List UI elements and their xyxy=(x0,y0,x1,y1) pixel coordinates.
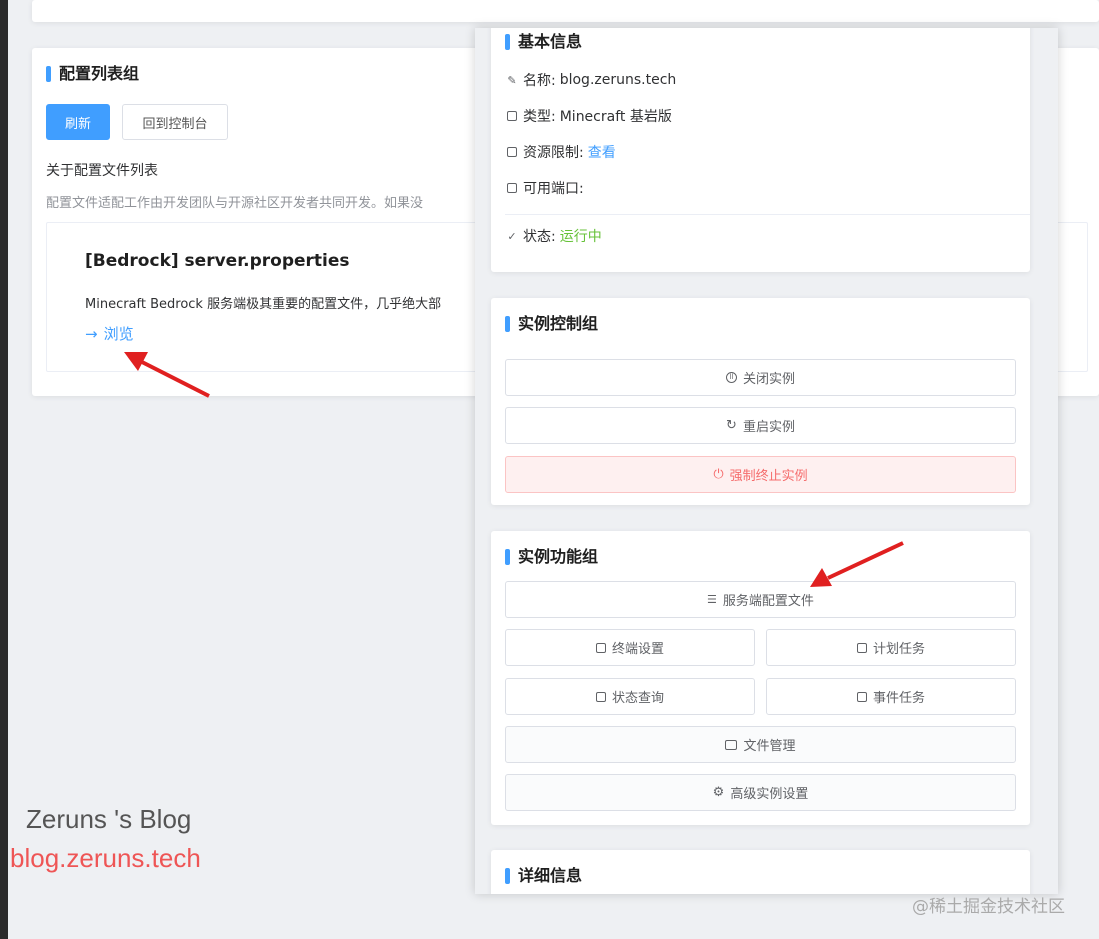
about-config-heading: 关于配置文件列表 xyxy=(46,163,158,179)
blog-url-watermark: blog.zeruns.tech xyxy=(10,843,201,873)
resource-limit-row: 资源限制: 查看 xyxy=(505,142,616,162)
document-icon xyxy=(505,109,519,123)
calendar-icon xyxy=(856,642,867,653)
site-watermark: @稀土掘金技术社区 xyxy=(912,897,1065,917)
power-icon: ⏻ xyxy=(713,467,724,482)
config-list-title: 配置列表组 xyxy=(46,64,139,84)
blog-name-watermark: Zeruns 's Blog xyxy=(26,804,192,834)
browse-label: 浏览 xyxy=(103,325,134,343)
status-row: ✓ 状态: 运行中 xyxy=(505,226,602,246)
advanced-label: 高级实例设置 xyxy=(730,787,809,802)
top-card xyxy=(32,0,1099,22)
refresh-icon: ↻ xyxy=(726,418,737,433)
config-file-desc: Minecraft Bedrock 服务端极其重要的配置文件，几乎绝大部 xyxy=(85,297,442,312)
instance-name-row: ✎ 名称: blog.zeruns.tech xyxy=(505,70,676,90)
back-to-console-button[interactable]: 回到控制台 xyxy=(122,104,228,140)
status-value: 运行中 xyxy=(559,229,602,245)
kill-label: 强制终止实例 xyxy=(729,469,808,484)
pause-icon: ll xyxy=(725,372,737,383)
server-config-label: 服务端配置文件 xyxy=(722,594,814,609)
monitor-icon xyxy=(595,642,606,653)
advanced-settings-button[interactable]: ⚙ 高级实例设置 xyxy=(505,774,1016,811)
browse-link[interactable]: → 浏览 xyxy=(85,323,134,344)
terminal-label: 终端设置 xyxy=(611,642,664,657)
function-group-card: 实例功能组 ☰ 服务端配置文件 终端设置 计划任务 状态查询 事件任务 文件管理… xyxy=(491,531,1030,825)
ports-label: 可用端口: xyxy=(523,181,584,197)
file-manager-button[interactable]: 文件管理 xyxy=(505,726,1016,763)
name-label: 名称: xyxy=(523,73,556,89)
port-icon xyxy=(505,181,519,195)
status-query-label: 状态查询 xyxy=(611,691,664,706)
basic-info-title: 基本信息 xyxy=(505,32,582,52)
about-config-desc: 配置文件适配工作由开发团队与开源社区开发者共同开发。如果没 xyxy=(46,196,424,211)
control-group-title: 实例控制组 xyxy=(505,314,598,334)
left-edge-strip xyxy=(0,0,8,939)
config-file-title: [Bedrock] server.properties xyxy=(85,251,350,271)
status-label: 状态: xyxy=(523,229,556,245)
list-icon xyxy=(856,691,867,702)
kill-instance-button[interactable]: ⏻ 强制终止实例 xyxy=(505,456,1016,493)
basic-info-card: 基本信息 ✎ 名称: blog.zeruns.tech 类型: Minecraf… xyxy=(491,28,1030,272)
schedule-label: 计划任务 xyxy=(872,642,925,657)
type-label: 类型: xyxy=(523,109,556,125)
name-value: blog.zeruns.tech xyxy=(559,72,677,88)
detail-info-card: 详细信息 xyxy=(491,850,1030,894)
restart-label: 重启实例 xyxy=(742,420,795,435)
chart-icon xyxy=(595,691,606,702)
type-value: Minecraft 基岩版 xyxy=(559,109,672,125)
restart-instance-button[interactable]: ↻ 重启实例 xyxy=(505,407,1016,444)
resource-label: 资源限制: xyxy=(523,145,584,161)
control-group-card: 实例控制组 ll 关闭实例 ↻ 重启实例 ⏻ 强制终止实例 xyxy=(491,298,1030,505)
check-list-icon: ✓ xyxy=(507,229,517,243)
detail-info-title: 详细信息 xyxy=(505,866,582,886)
function-group-title: 实例功能组 xyxy=(505,547,598,567)
event-label: 事件任务 xyxy=(872,691,925,706)
edit-icon: ✎ xyxy=(507,73,517,87)
scheduled-tasks-button[interactable]: 计划任务 xyxy=(766,629,1016,666)
sliders-icon: ☰ xyxy=(707,593,717,606)
folder-icon xyxy=(725,739,738,750)
arrow-right-icon: → xyxy=(85,324,98,343)
instance-side-panel: 基本信息 ✎ 名称: blog.zeruns.tech 类型: Minecraf… xyxy=(475,28,1058,894)
status-query-button[interactable]: 状态查询 xyxy=(505,678,755,715)
terminal-settings-button[interactable]: 终端设置 xyxy=(505,629,755,666)
stop-instance-button[interactable]: ll 关闭实例 xyxy=(505,359,1016,396)
document-icon xyxy=(505,145,519,159)
server-config-button[interactable]: ☰ 服务端配置文件 xyxy=(505,581,1016,618)
stop-label: 关闭实例 xyxy=(742,372,795,387)
available-ports-row: 可用端口: xyxy=(505,178,584,198)
refresh-button[interactable]: 刷新 xyxy=(46,104,110,140)
event-tasks-button[interactable]: 事件任务 xyxy=(766,678,1016,715)
gear-icon: ⚙ xyxy=(712,785,725,800)
resource-view-link[interactable]: 查看 xyxy=(588,142,616,162)
file-manager-label: 文件管理 xyxy=(743,739,796,754)
instance-type-row: 类型: Minecraft 基岩版 xyxy=(505,106,672,126)
info-divider xyxy=(505,214,1030,215)
